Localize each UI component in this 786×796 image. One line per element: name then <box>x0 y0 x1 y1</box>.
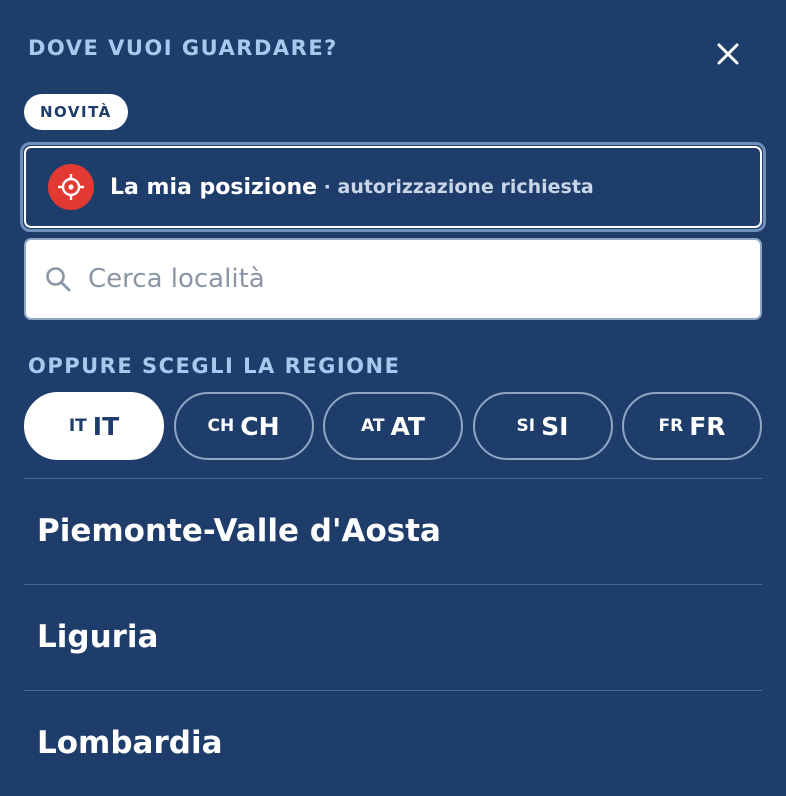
country-code: FR <box>689 411 726 441</box>
flag-si-icon: SI <box>516 416 536 436</box>
crosshair-icon <box>48 164 94 210</box>
divider <box>24 584 762 585</box>
region-item-liguria[interactable]: Liguria <box>37 619 158 655</box>
country-code: IT <box>92 411 120 441</box>
country-chip-fr[interactable]: FR FR <box>622 392 762 460</box>
country-chip-ch[interactable]: CH CH <box>173 392 314 460</box>
region-item-piemonte[interactable]: Piemonte-Valle d'Aosta <box>37 513 441 549</box>
country-code: AT <box>390 411 425 441</box>
flag-ch-icon: CH <box>207 416 235 436</box>
search-box[interactable] <box>24 238 762 320</box>
country-code: CH <box>240 411 280 441</box>
region-item-lombardia[interactable]: Lombardia <box>37 725 223 761</box>
divider <box>24 690 762 691</box>
country-chip-at[interactable]: AT AT <box>323 392 463 460</box>
country-selector: IT IT CH CH AT AT SI SI FR FR <box>24 392 762 460</box>
permission-required-label: · autorizzazione richiesta <box>323 176 594 198</box>
country-chip-it[interactable]: IT IT <box>24 392 164 460</box>
flag-at-icon: AT <box>361 416 385 436</box>
panel-title: DOVE VUOI GUARDARE? <box>28 36 338 60</box>
close-button[interactable] <box>710 36 746 72</box>
new-badge: NOVITÀ <box>24 94 128 130</box>
my-location-button[interactable]: La mia posizione · autorizzazione richie… <box>24 146 762 228</box>
region-section-title: OPPURE SCEGLI LA REGIONE <box>28 354 401 378</box>
search-input[interactable] <box>86 263 710 295</box>
flag-it-icon: IT <box>68 416 87 436</box>
country-code: SI <box>541 411 569 441</box>
country-chip-si[interactable]: SI SI <box>472 392 613 460</box>
location-picker-panel: DOVE VUOI GUARDARE? NOVITÀ La mia posizi… <box>20 0 766 796</box>
flag-fr-icon: FR <box>658 416 684 436</box>
close-icon <box>717 43 739 65</box>
divider <box>24 478 762 479</box>
search-icon <box>46 267 71 292</box>
my-location-label: La mia posizione <box>110 174 318 200</box>
